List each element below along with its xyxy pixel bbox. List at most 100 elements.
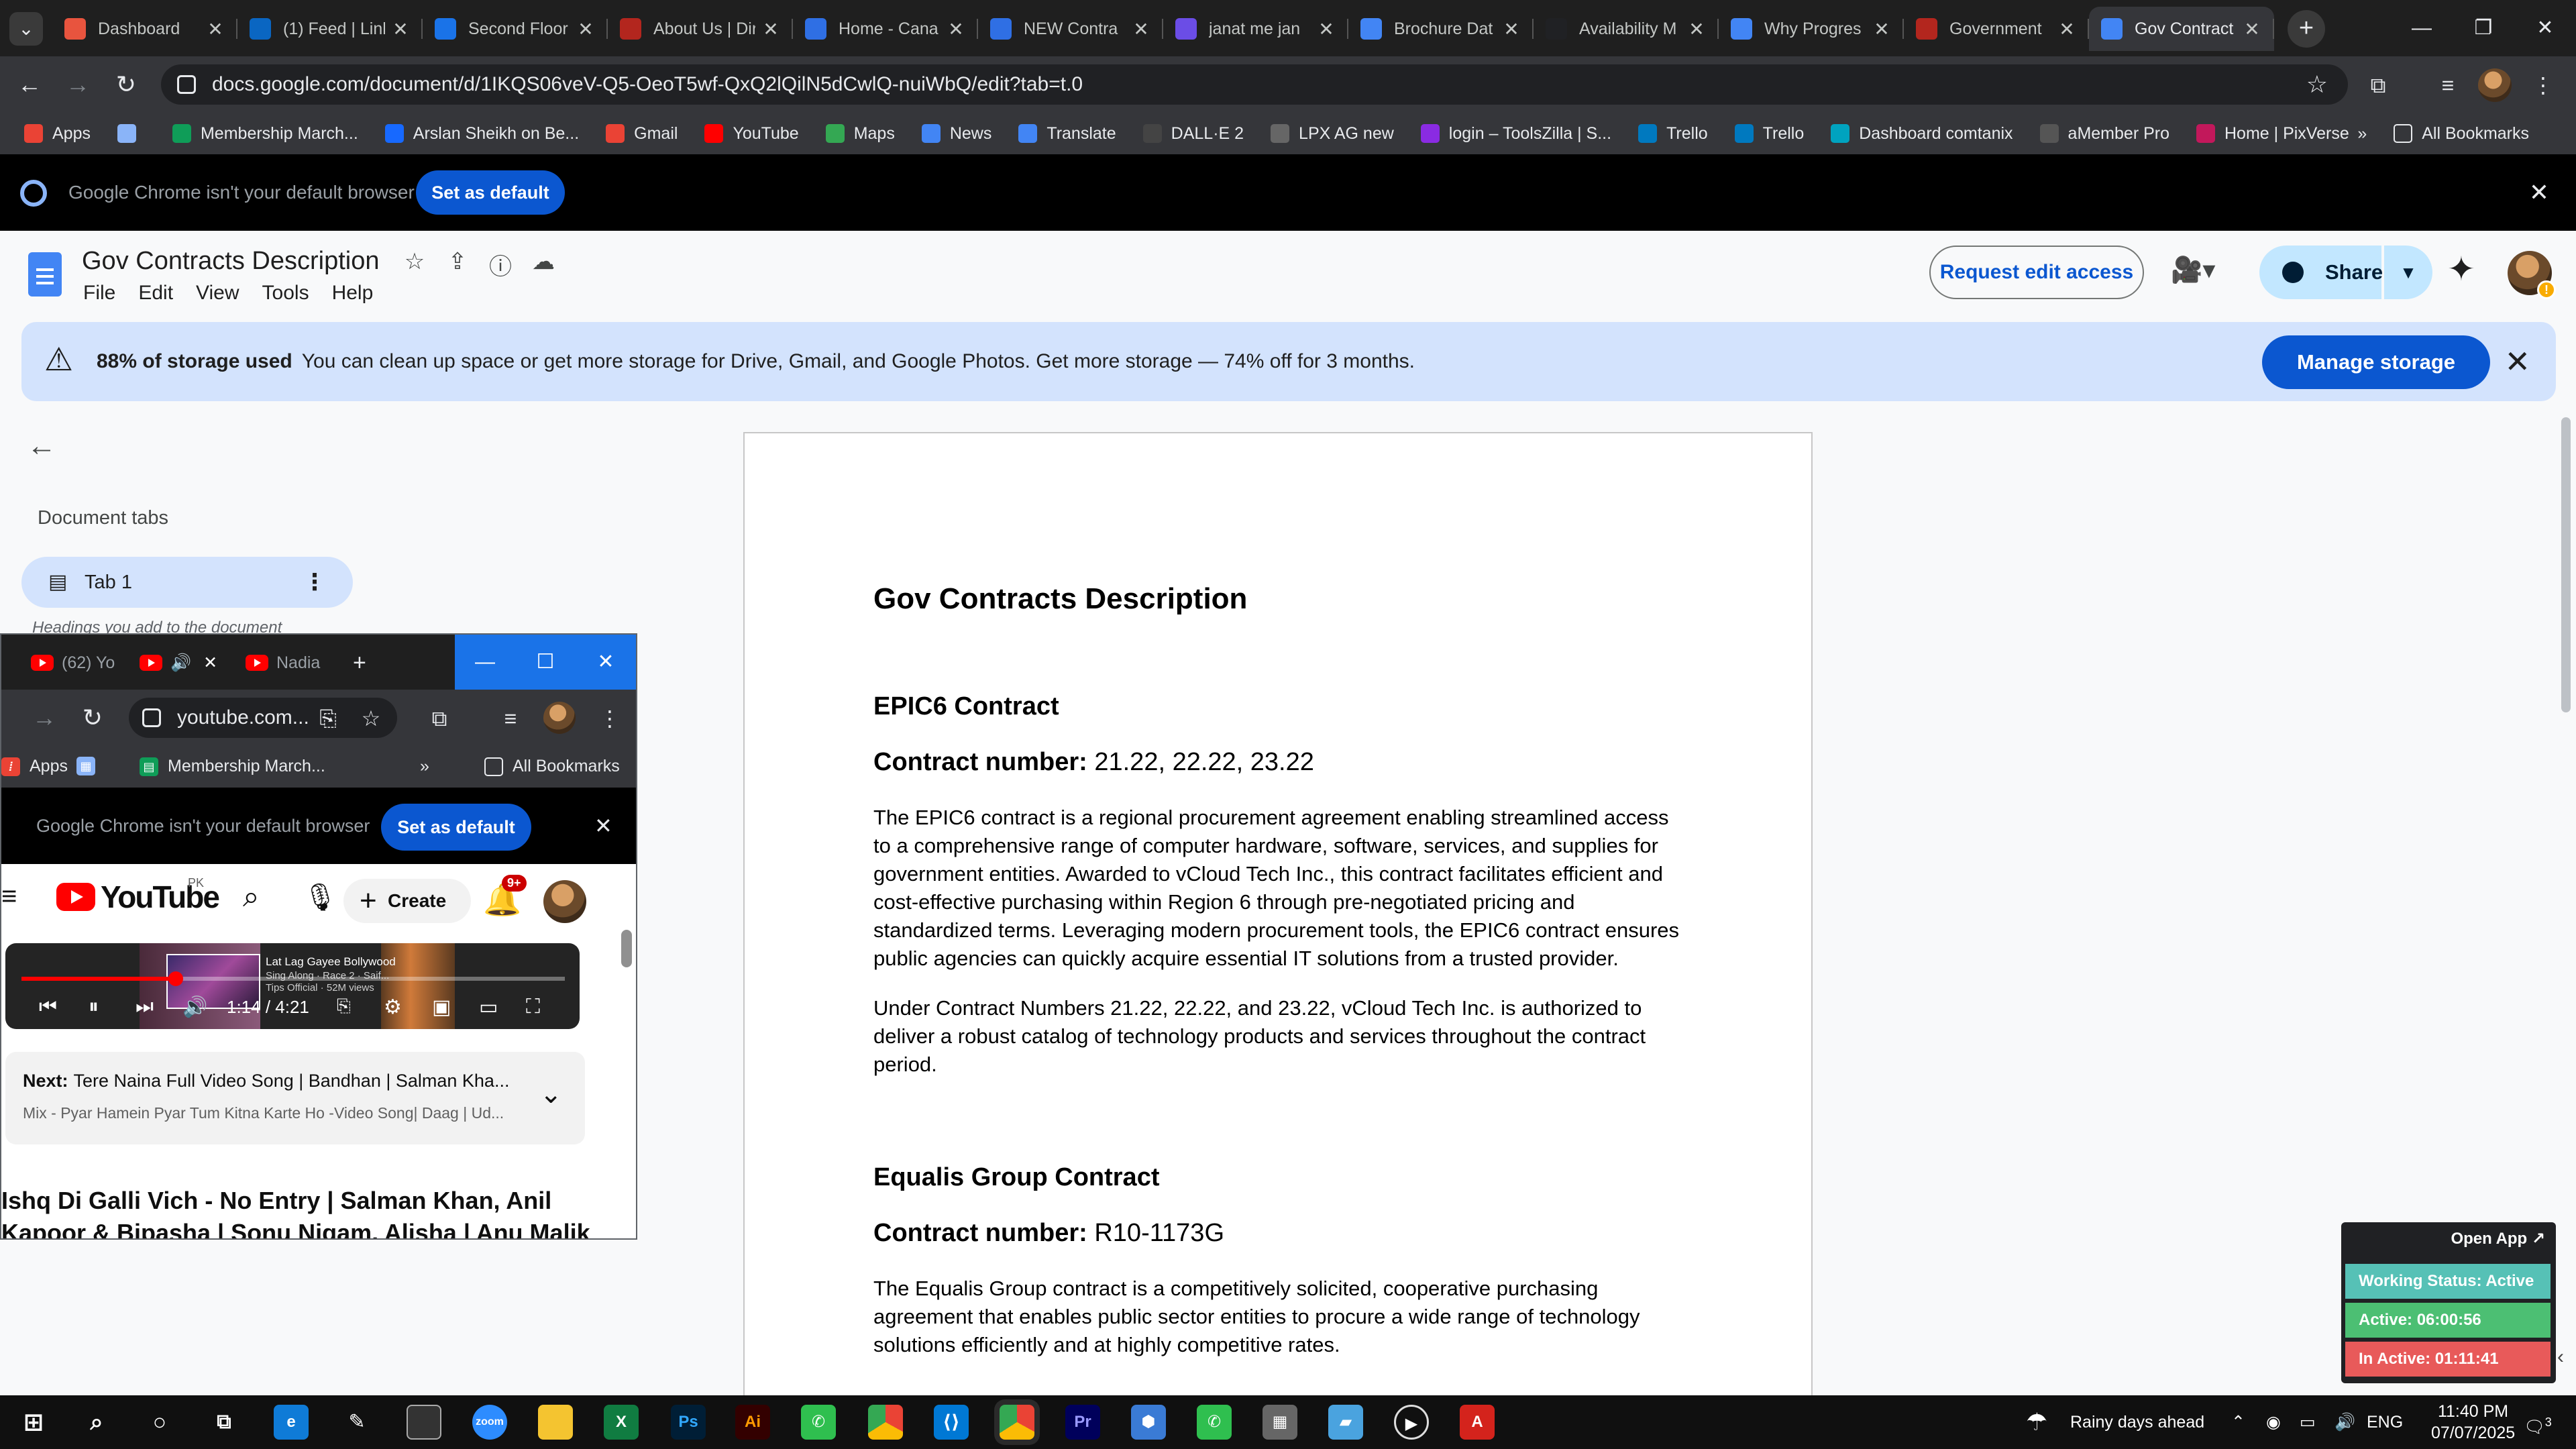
open-app-link[interactable]: Open App ↗ (2451, 1229, 2545, 1248)
browser-tab[interactable]: Dashboard ✕ (52, 7, 237, 51)
media-controls-icon[interactable]: ≡ (2431, 68, 2465, 102)
windows-start-icon[interactable]: ⊞ (16, 1405, 51, 1440)
yt-tab-groups-icon[interactable]: ▦ (76, 757, 105, 775)
yt-chrome-menu-icon[interactable]: ⋮ (593, 702, 627, 735)
pause-icon[interactable]: ⏸ (89, 996, 99, 1018)
yt-scrollbar[interactable] (621, 930, 632, 1232)
tab-close-icon[interactable]: ✕ (2057, 18, 2077, 40)
hamburger-menu-icon[interactable]: ≡ (1, 881, 17, 912)
address-bar[interactable]: docs.google.com/document/d/1IKQS06veV-Q5… (161, 64, 2348, 105)
menu-tools[interactable]: Tools (262, 282, 309, 305)
phone-app-icon[interactable]: ✆ (801, 1405, 836, 1440)
video-progress-bar[interactable] (21, 971, 565, 986)
gemini-sparkle-icon[interactable]: ✦ (2447, 250, 2475, 288)
browser-tab[interactable]: janat me jan ✕ (1163, 7, 1348, 51)
all-bookmarks-button[interactable]: All Bookmarks (2394, 124, 2529, 144)
move-icon[interactable]: ⇪ (443, 248, 472, 281)
bookmark-item[interactable]: Gmail (606, 124, 678, 144)
browser-tab[interactable]: Government ✕ (1904, 7, 2089, 51)
notes-app-icon[interactable]: ▰ (1328, 1405, 1363, 1440)
tab-close-icon[interactable]: ✕ (576, 18, 596, 40)
back-button[interactable]: ← (12, 67, 47, 102)
tab-close-icon[interactable]: ✕ (1686, 18, 1707, 40)
bookmark-item[interactable]: Arslan Sheikh on Be... (384, 124, 579, 144)
yt-maximize-button[interactable]: ☐ (515, 635, 576, 690)
yt-tab-1[interactable]: (62) Yo (31, 644, 115, 682)
tab-close-icon[interactable]: ✕ (2242, 18, 2262, 40)
tray-overflow-icon[interactable]: ⌃ (2231, 1395, 2245, 1449)
install-app-icon[interactable]: ⎘ (311, 702, 345, 735)
forward-button[interactable]: → (60, 67, 95, 102)
extensions-icon[interactable]: ⧉ (423, 702, 456, 735)
tab-close-icon[interactable]: ✕ (1501, 18, 1521, 40)
weather-text[interactable]: Rainy days ahead (2070, 1395, 2204, 1449)
premiere-icon[interactable]: Pr (1065, 1405, 1100, 1440)
bookmark-item[interactable]: Membership March... (172, 124, 358, 144)
minimize-button[interactable]: — (2391, 0, 2453, 56)
fullscreen-icon[interactable]: ⛶ (526, 996, 540, 1018)
yt-all-bookmarks[interactable]: All Bookmarks (484, 757, 620, 776)
volume-icon[interactable]: 🔊 (182, 996, 207, 1019)
network-icon[interactable]: ◉ (2266, 1395, 2281, 1449)
bookmark-item[interactable] (117, 124, 146, 143)
voice-search-mic-icon[interactable]: 🎙 (303, 881, 337, 913)
close-window-button[interactable]: ✕ (2514, 0, 2576, 56)
yt-forward-button[interactable]: → (27, 700, 62, 735)
file-explorer-icon[interactable] (538, 1405, 573, 1440)
bookmark-item[interactable]: YouTube (704, 124, 799, 144)
document-title[interactable]: Gov Contracts Description (82, 247, 380, 276)
site-info-icon[interactable] (177, 75, 196, 94)
yt-minimize-button[interactable]: — (455, 635, 515, 690)
tab-close-icon[interactable]: ✕ (761, 18, 781, 40)
bookmark-item[interactable]: Trello (1638, 124, 1708, 144)
share-button[interactable]: Share (2259, 246, 2383, 299)
pen-tool-icon[interactable]: ✎ (339, 1405, 374, 1440)
up-next-card[interactable]: Next: Tere Naina Full Video Song | Bandha… (5, 1052, 585, 1144)
profile-avatar[interactable] (2478, 68, 2512, 102)
extensions-icon[interactable]: ⧉ (2361, 68, 2395, 102)
star-icon[interactable]: ☆ (400, 248, 429, 281)
yt-set-as-default-button[interactable]: Set as default (381, 804, 531, 851)
media-player-icon[interactable]: ▶ (1394, 1405, 1429, 1440)
next-icon[interactable]: ⏭ (136, 996, 154, 1018)
set-as-default-button[interactable]: Set as default (416, 170, 565, 215)
terminal-icon[interactable] (407, 1405, 441, 1440)
bookmark-item[interactable]: Home | PixVerse (2196, 124, 2349, 144)
browser-tab[interactable]: Brochure Dat ✕ (1348, 7, 1534, 51)
menu-edit[interactable]: Edit (138, 282, 173, 305)
reload-button[interactable]: ↻ (109, 67, 144, 102)
document-tab-1[interactable]: ▤ Tab 1 ⋮ (21, 557, 353, 608)
close-outline-arrow-icon[interactable]: ← (27, 429, 56, 463)
new-tab-button[interactable]: + (2288, 10, 2325, 48)
menu-view[interactable]: View (196, 282, 239, 305)
yt-scroll-thumb[interactable] (621, 930, 632, 967)
browser-tab[interactable]: (1) Feed | LinkedIn ✕ (237, 7, 423, 51)
chrome-active-icon[interactable] (1000, 1405, 1034, 1440)
close-banner-icon[interactable]: ✕ (2504, 322, 2530, 401)
manage-storage-button[interactable]: Manage storage (2262, 335, 2490, 389)
video-player[interactable]: Lat Lag Gayee Bollywood Sing Along · Rac… (5, 943, 580, 1029)
bookmark-item[interactable]: Dashboard comtanix (1831, 124, 2013, 144)
cortana-icon[interactable]: ○ (142, 1405, 177, 1440)
media-controls-icon[interactable]: ≡ (494, 702, 527, 735)
bookmark-item[interactable]: Trello (1734, 124, 1804, 144)
yt-tab-3[interactable]: Nadia (246, 644, 320, 682)
side-panel-toggle-icon[interactable]: ‹ (2557, 1346, 2564, 1368)
yt-tab-2[interactable]: 🔊 ✕ (140, 644, 217, 682)
task-view-icon[interactable]: ⧉ (207, 1405, 241, 1440)
yt-profile-avatar[interactable] (543, 702, 576, 734)
browser-tab[interactable]: Why Progres ✕ (1719, 7, 1904, 51)
bookmark-star-icon[interactable]: ☆ (2306, 64, 2328, 105)
chrome-icon[interactable] (868, 1405, 903, 1440)
tab-close-icon[interactable]: ✕ (1872, 18, 1892, 40)
details-info-icon[interactable]: ⓘ (486, 248, 515, 281)
calculator-icon[interactable]: ▦ (1263, 1405, 1297, 1440)
progress-scrubber[interactable] (168, 971, 184, 986)
menu-file[interactable]: File (83, 282, 115, 305)
tab-search-button[interactable]: ⌄ (9, 12, 43, 46)
notifications-bell-icon[interactable]: 🔔 9+ (483, 875, 527, 918)
clock[interactable]: 11:40 PM 07/07/2025 (2431, 1401, 2515, 1444)
create-button[interactable]: + Create (343, 879, 471, 923)
share-dropdown-button[interactable]: ▼ (2384, 246, 2432, 299)
docs-logo-icon[interactable] (28, 252, 62, 297)
